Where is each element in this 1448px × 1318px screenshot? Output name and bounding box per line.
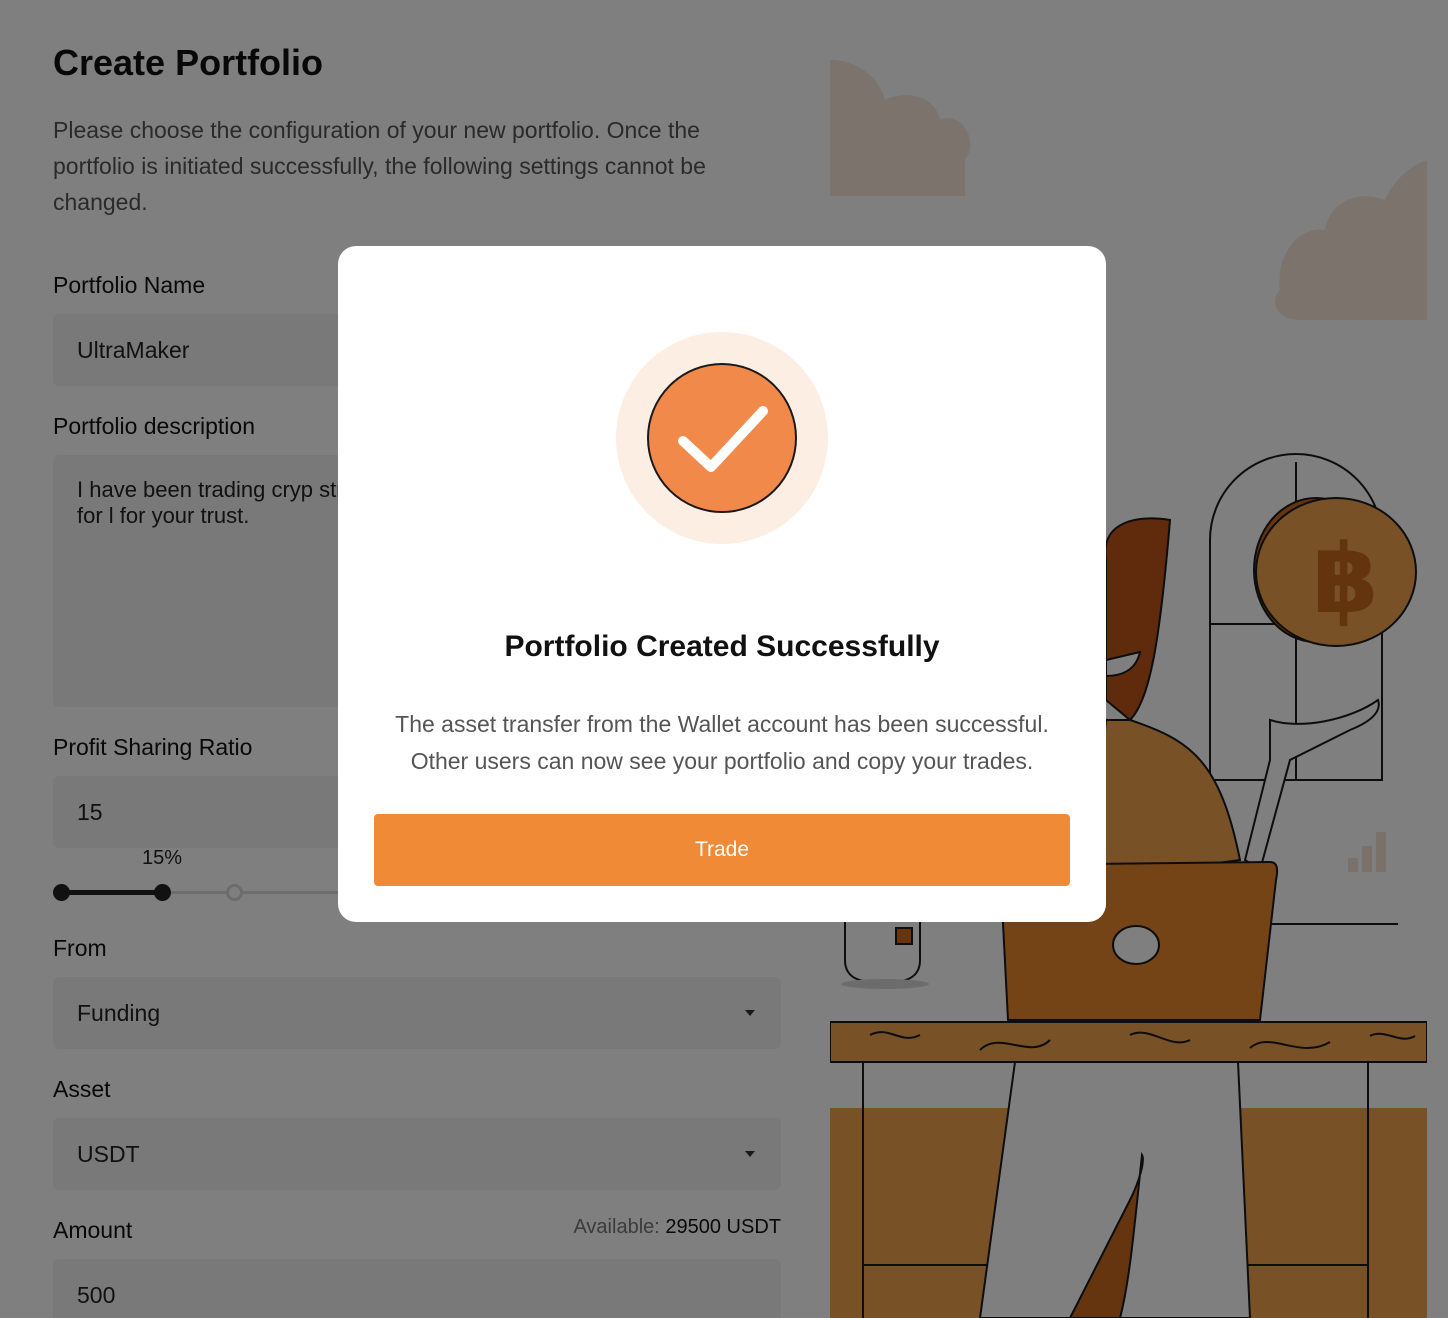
success-icon-circle [647,363,797,513]
success-icon-ring [616,332,828,544]
success-modal: Portfolio Created Successfully The asset… [338,246,1106,922]
modal-message: The asset transfer from the Wallet accou… [395,711,1049,774]
trade-button[interactable]: Trade [374,814,1070,886]
modal-title: Portfolio Created Successfully [504,630,940,663]
checkmark-icon [678,406,768,472]
